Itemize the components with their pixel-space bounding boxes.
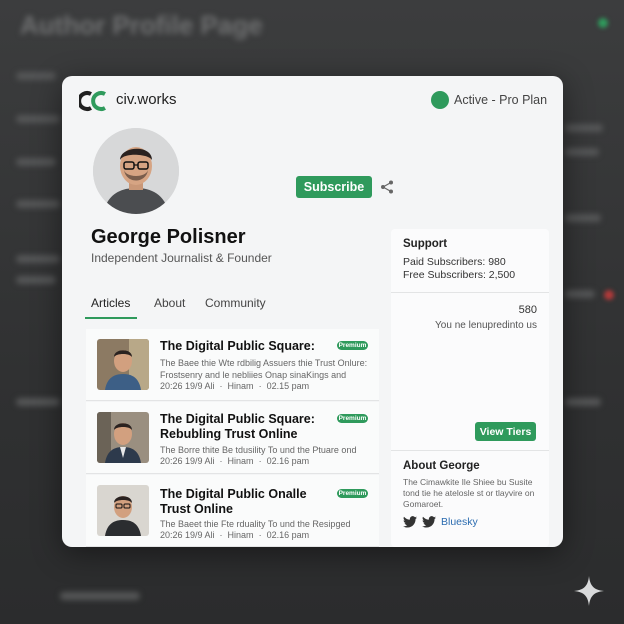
backdrop-line [16, 200, 60, 208]
thumbnail-image [97, 485, 149, 536]
article-item[interactable]: The Digital Public Square: Premium The B… [86, 329, 379, 401]
tab-articles[interactable]: Articles [91, 296, 130, 310]
supporter-count: 580 [518, 304, 537, 316]
article-excerpt: Frostsenry and le nebliies Onap sinaKing… [160, 370, 347, 380]
backdrop-line [565, 290, 595, 298]
backdrop-line [16, 115, 60, 123]
article-title[interactable]: The Digital Public Square: [160, 339, 330, 354]
twitter-icon[interactable] [403, 516, 417, 528]
supporter-caption: You ne lenupredinto us [435, 320, 537, 331]
backdrop-line [16, 158, 56, 166]
bluesky-link[interactable]: Bluesky [441, 516, 478, 528]
divider [391, 292, 549, 293]
article-author: Hinam [227, 456, 254, 466]
backdrop-line [16, 398, 60, 406]
article-author: Hinam [227, 530, 254, 540]
about-heading: About George [403, 460, 480, 472]
article-time: 02.16 pam [266, 456, 310, 466]
article-title[interactable]: The Digital Public Onalle Trust Online [160, 487, 330, 517]
article-item[interactable]: The Digital Public Square: Rebubling Tru… [86, 402, 379, 474]
divider [391, 450, 549, 451]
backdrop-line [16, 276, 56, 284]
brand-name[interactable]: civ.works [116, 91, 177, 108]
article-author: Hinam [227, 381, 254, 391]
status-indicator-icon [431, 91, 449, 109]
backdrop-line [16, 72, 56, 80]
article-time: 02.16 pam [266, 530, 310, 540]
article-list: The Digital Public Square: Premium The B… [86, 329, 379, 547]
about-text: The Cimawkite Ile Shiee bu Susite tond t… [403, 477, 535, 509]
backdrop-line [60, 592, 140, 600]
article-time: 02.15 pam [266, 381, 310, 391]
article-excerpt: The Borre thite Be tdusility To und the … [160, 445, 357, 455]
backdrop-title: Author Profile Page [20, 10, 263, 40]
view-tiers-button[interactable]: View Tiers [475, 422, 536, 441]
civworks-logo-icon[interactable] [79, 90, 109, 112]
article-thumbnail [97, 485, 149, 536]
article-thumbnail [97, 412, 149, 463]
article-title[interactable]: The Digital Public Square: Rebubling Tru… [160, 412, 330, 442]
premium-badge: Premium [337, 414, 368, 423]
article-thumbnail [97, 339, 149, 390]
avatar-portrait [93, 128, 179, 214]
author-role: Independent Journalist & Founder [91, 251, 272, 265]
support-heading: Support [403, 238, 448, 250]
tab-community[interactable]: Community [205, 296, 266, 310]
sidebar-panel: Support Paid Subscribers: 980 Free Subsc… [391, 229, 549, 547]
tab-about[interactable]: About [154, 296, 185, 310]
paid-subscribers: Paid Subscribers: 980 [403, 256, 506, 268]
article-date: 20:26 19/9 Ali [160, 381, 215, 391]
article-meta: 20:26 19/9 Ali · Hinam · 02.16 pam [160, 530, 310, 540]
subscribe-button[interactable]: Subscribe [296, 176, 372, 198]
backdrop-line [565, 398, 601, 406]
author-name: George Polisner [91, 226, 246, 248]
sparkle-icon [574, 576, 604, 606]
backdrop-alert-dot [604, 290, 614, 300]
article-excerpt: The Baee thie Wte rdbilig Assuers thie T… [160, 358, 368, 368]
article-date: 20:26 19/9 Ali [160, 530, 215, 540]
active-tab-indicator [85, 317, 137, 319]
top-bar: civ.works Active - Pro Plan [62, 76, 563, 124]
backdrop-line [565, 148, 599, 156]
article-excerpt: The Baeet thie Fte rduality To und the R… [160, 519, 351, 529]
twitter-icon[interactable] [422, 516, 436, 528]
article-date: 20:26 19/9 Ali [160, 456, 215, 466]
article-item[interactable]: The Digital Public Onalle Trust Online P… [86, 475, 379, 547]
backdrop-line [16, 255, 60, 263]
profile-tabs: Articles About Community [85, 293, 385, 319]
author-avatar [93, 128, 179, 214]
backdrop-status-dot [598, 18, 608, 28]
profile-card: civ.works Active - Pro Plan Subscribe Ge… [62, 76, 563, 547]
premium-badge: Premium [337, 341, 368, 350]
thumbnail-image [97, 412, 149, 463]
backdrop-line [565, 124, 603, 132]
share-icon[interactable] [380, 180, 394, 194]
free-subscribers: Free Subscribers: 2,500 [403, 269, 516, 281]
premium-badge: Premium [337, 489, 368, 498]
plan-status: Active - Pro Plan [454, 93, 548, 107]
article-meta: 20:26 19/9 Ali · Hinam · 02.15 pam [160, 381, 310, 391]
thumbnail-image [97, 339, 149, 390]
backdrop-line [565, 214, 601, 222]
article-meta: 20:26 19/9 Ali · Hinam · 02.16 pam [160, 456, 310, 466]
